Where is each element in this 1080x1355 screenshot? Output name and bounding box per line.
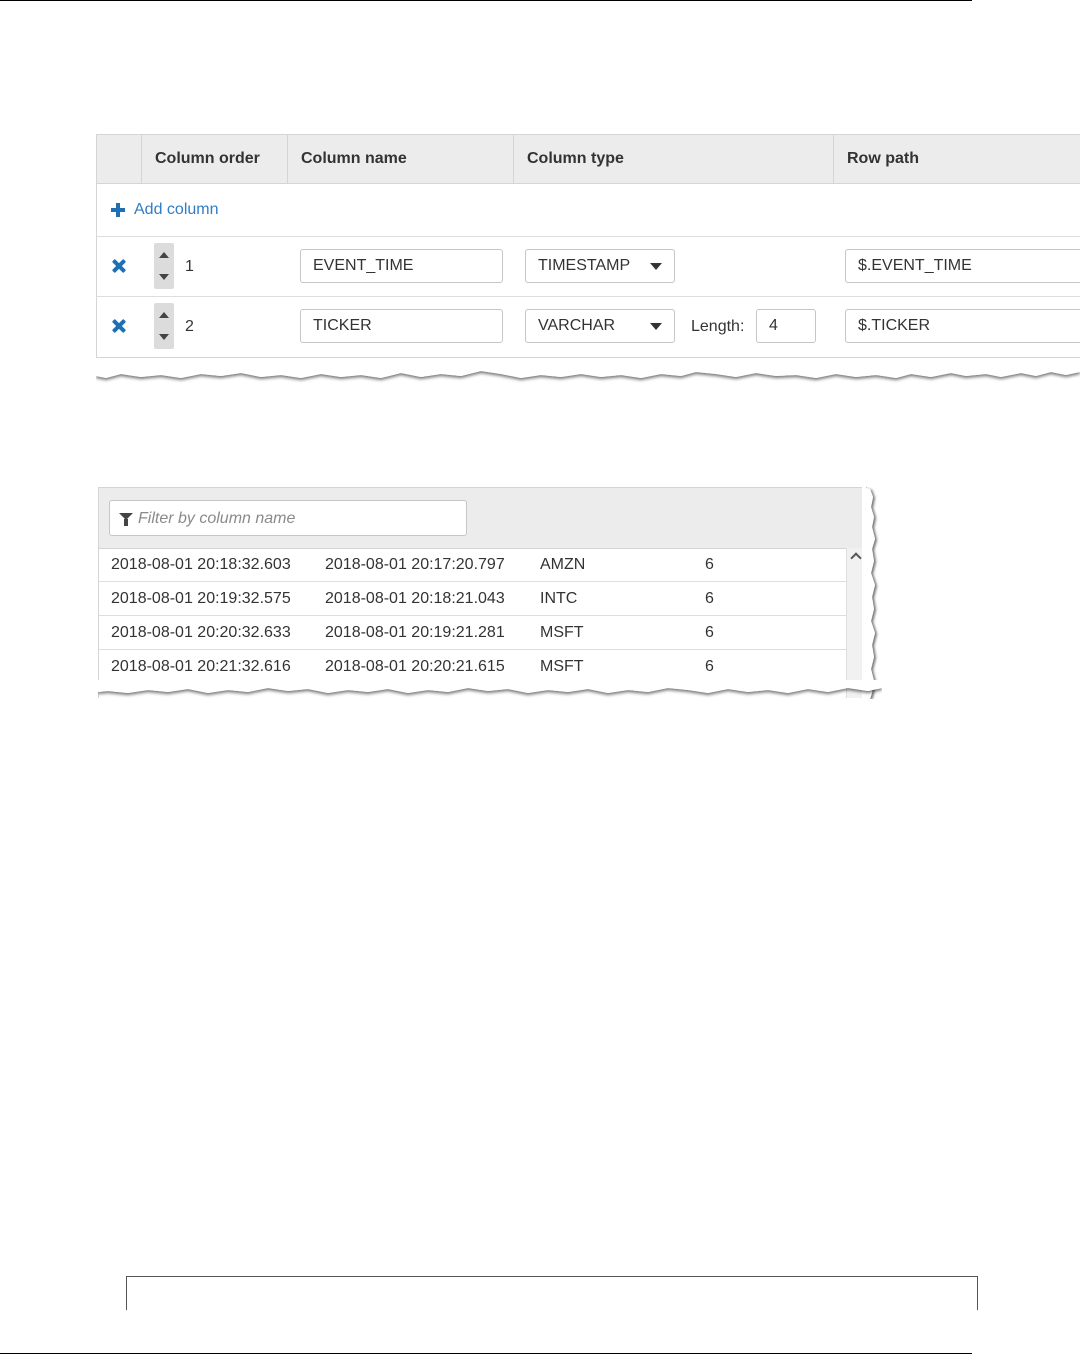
filter-box [109, 500, 467, 537]
torn-edge [96, 360, 1080, 378]
torn-edge [862, 487, 875, 699]
table-cell: 6 [705, 624, 714, 641]
table-cell: 6 [705, 658, 714, 675]
column-order-stepper [154, 303, 174, 349]
table-row: 2018-08-01 20:20:32.633 2018-08-01 20:19… [99, 616, 846, 650]
column-name-input[interactable] [300, 309, 503, 343]
table-cell: 2018-08-01 20:21:32.616 [111, 658, 291, 675]
preview-table-body: 2018-08-01 20:18:32.603 2018-08-01 20:17… [99, 548, 846, 684]
delete-column-x-icon[interactable] [112, 259, 126, 273]
add-column-button[interactable]: Add column [109, 199, 219, 221]
column-order-value: 1 [185, 258, 194, 275]
column-row: 1 TIMESTAMP [97, 237, 1080, 297]
table-row: 2018-08-01 20:19:32.575 2018-08-01 20:18… [99, 582, 846, 616]
table-cell: 2018-08-01 20:17:20.797 [325, 556, 505, 573]
move-down-arrow-icon[interactable] [154, 266, 174, 289]
table-cell: 6 [705, 556, 714, 573]
row-path-input[interactable] [845, 309, 1080, 343]
table-cell: 6 [705, 590, 714, 607]
data-preview-panel: 2018-08-01 20:18:32.603 2018-08-01 20:17… [98, 487, 867, 698]
column-name-input[interactable] [300, 249, 503, 283]
add-column-label: Add column [134, 201, 219, 218]
caret-down-icon [650, 323, 662, 330]
row-path-input[interactable] [845, 249, 1080, 283]
delete-column-x-icon[interactable] [112, 319, 126, 333]
table-cell: AMZN [540, 556, 586, 573]
header-column-type: Column type [527, 150, 624, 167]
table-cell: 2018-08-01 20:20:21.615 [325, 658, 505, 675]
table-cell: INTC [540, 590, 578, 607]
add-column-row: Add column [97, 184, 1080, 237]
table-cell: 2018-08-01 20:18:32.603 [111, 556, 291, 573]
table-cell: 2018-08-01 20:19:32.575 [111, 590, 291, 607]
header-divider [141, 135, 142, 183]
filter-by-column-name-input[interactable] [136, 501, 465, 537]
chevron-up-icon[interactable] [850, 552, 862, 564]
column-order-value: 2 [185, 318, 194, 335]
column-editor-panel: Column order Column name Column type Row… [96, 134, 1080, 358]
header-divider [513, 135, 514, 183]
header-divider [833, 135, 834, 183]
table-cell: 2018-08-01 20:19:21.281 [325, 624, 505, 641]
header-column-order: Column order [155, 150, 260, 167]
top-rule [0, 0, 972, 1]
header-row-path: Row path [847, 150, 919, 167]
table-row: 2018-08-01 20:18:32.603 2018-08-01 20:17… [99, 548, 846, 582]
funnel-icon [119, 513, 133, 526]
column-editor-header: Column order Column name Column type Row… [97, 135, 1080, 184]
table-cell: 2018-08-01 20:18:21.043 [325, 590, 505, 607]
plus-icon [109, 201, 127, 219]
table-cell: MSFT [540, 624, 584, 641]
preview-toolbar [99, 488, 866, 549]
header-divider [287, 135, 288, 183]
move-down-arrow-icon[interactable] [154, 326, 174, 349]
length-label: Length: [691, 318, 745, 335]
column-type-select[interactable]: TIMESTAMP [525, 249, 675, 283]
move-up-arrow-icon[interactable] [154, 303, 174, 326]
table-cell: MSFT [540, 658, 584, 675]
bottom-rule [0, 1353, 972, 1354]
torn-edge [98, 680, 882, 693]
note-box [126, 1276, 978, 1310]
column-type-select[interactable]: VARCHAR [525, 309, 675, 343]
column-type-value: VARCHAR [538, 317, 616, 334]
table-row: 2018-08-01 20:21:32.616 2018-08-01 20:20… [99, 650, 846, 684]
column-row: 2 VARCHAR Length: [97, 297, 1080, 356]
header-column-name: Column name [301, 150, 407, 167]
table-cell: 2018-08-01 20:20:32.633 [111, 624, 291, 641]
column-type-value: TIMESTAMP [538, 257, 631, 274]
column-order-stepper [154, 243, 174, 289]
caret-down-icon [650, 263, 662, 270]
length-input[interactable] [756, 309, 816, 343]
move-up-arrow-icon[interactable] [154, 243, 174, 266]
